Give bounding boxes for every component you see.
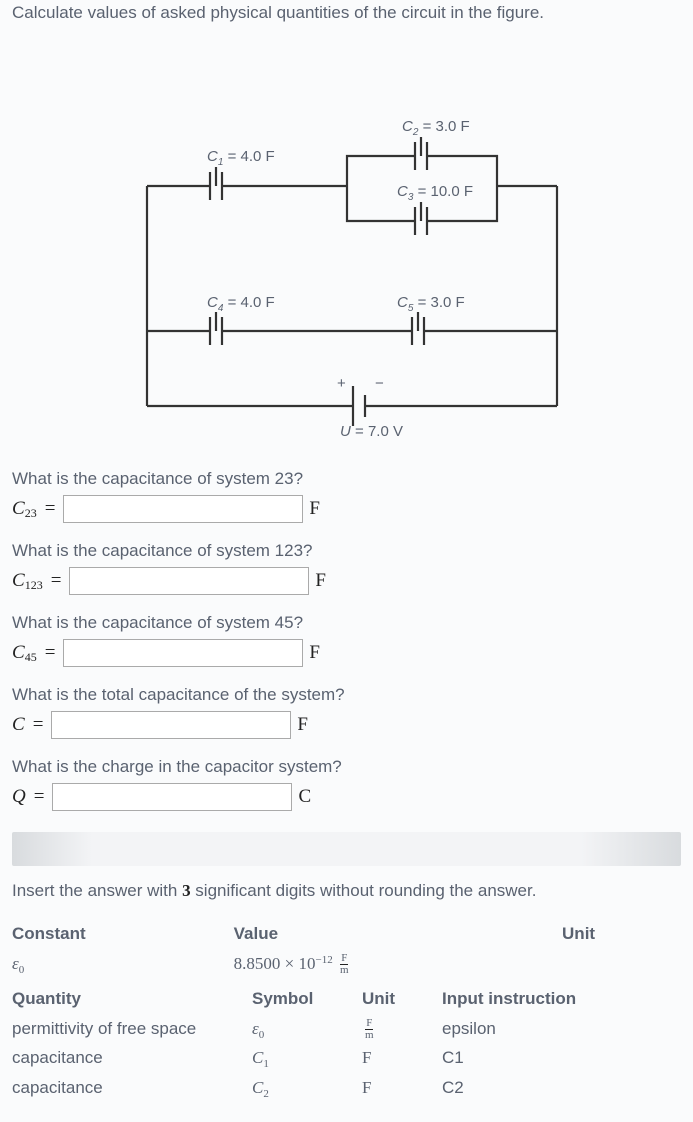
question-prompt: What is the capacitance of system 123? [12,538,681,564]
variable-label: Q [12,783,26,812]
variable-label: C123 [12,567,43,596]
equals-sign: = [51,567,62,596]
table-row: capacitance C1 F C1 [12,1043,681,1073]
equals-sign: = [45,639,56,668]
question-prompt: What is the capacitance of system 23? [12,466,681,492]
svg-text:C4 = 4.0 F: C4 = 4.0 F [207,294,275,314]
sig-digit-instruction: Insert the answer with 3 significant dig… [12,878,681,904]
unit-label: C [298,783,311,812]
svg-text:C2 = 3.0 F: C2 = 3.0 F [402,118,470,138]
qty-header-symbol: Symbol [252,984,362,1014]
question-c123: What is the capacitance of system 123? C… [12,538,681,596]
qty-header-unit: Unit [362,984,442,1014]
table-row: capacitance C2 F C2 [12,1073,681,1103]
quantities-table: Quantity Symbol Unit Input instruction p… [12,984,681,1102]
const-header-value: Value [234,919,562,949]
equals-sign: = [33,711,44,740]
variable-label: C45 [12,639,37,668]
unit-label: F [297,711,308,740]
svg-text:C3 = 10.0 F: C3 = 10.0 F [397,183,473,203]
qty-header-quantity: Quantity [12,984,252,1014]
const-header-constant: Constant [12,919,234,949]
unit-label: F [315,567,326,596]
answer-input-c23[interactable] [63,495,303,523]
answer-input-c123[interactable] [69,567,309,595]
svg-text:C1 = 4.0 F: C1 = 4.0 F [207,148,275,168]
constants-table: Constant Value Unit ε0 8.8500 × 10−12 Fm [12,919,681,978]
unit-label: F [309,495,320,524]
variable-label: C23 [12,495,37,524]
question-q: What is the charge in the capacitor syst… [12,754,681,812]
unit-label: F [309,639,320,668]
table-row: permittivity of free space ε0 Fm epsilon [12,1014,681,1044]
question-prompt: What is the total capacitance of the sys… [12,682,681,708]
svg-text:+: + [337,375,346,392]
svg-text:−: − [375,375,384,392]
const-header-unit: Unit [562,919,681,949]
answer-input-c-total[interactable] [51,711,291,739]
question-prompt: What is the capacitance of system 45? [12,610,681,636]
problem-instruction: Calculate values of asked physical quant… [12,0,681,26]
svg-text:U = 7.0 V: U = 7.0 V [340,423,403,436]
table-row: ε0 8.8500 × 10−12 Fm [12,949,681,979]
hint-bar[interactable] [12,832,681,866]
equals-sign: = [45,495,56,524]
qty-header-input: Input instruction [442,984,681,1014]
answer-input-q[interactable] [52,783,292,811]
question-c45: What is the capacitance of system 45? C4… [12,610,681,668]
question-c23: What is the capacitance of system 23? C2… [12,466,681,524]
variable-label: C [12,711,25,740]
equals-sign: = [34,783,45,812]
svg-text:C5 = 3.0 F: C5 = 3.0 F [397,294,465,314]
answer-input-c45[interactable] [63,639,303,667]
question-c-total: What is the total capacitance of the sys… [12,682,681,740]
circuit-diagram: C1 = 4.0 F C2 = 3.0 F C3 = 10.0 F C4 = 4… [12,66,681,436]
question-prompt: What is the charge in the capacitor syst… [12,754,681,780]
